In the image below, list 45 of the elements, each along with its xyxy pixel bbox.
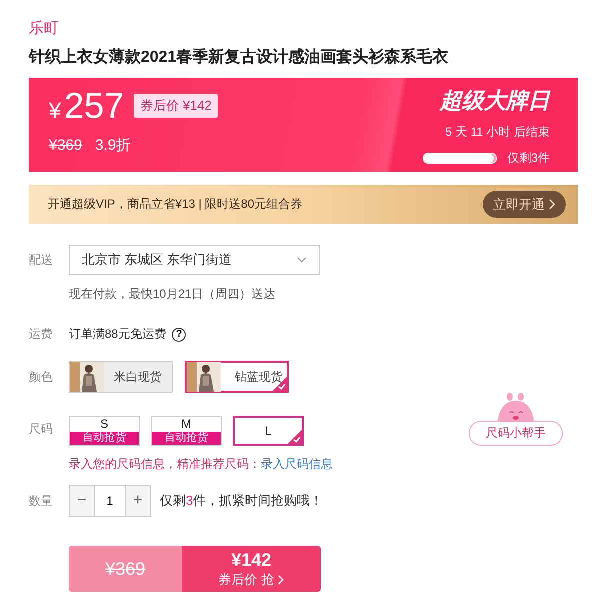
chevron-down-icon [297,257,307,263]
address-select[interactable]: 北京市 东城区 东华门街道 [69,245,320,275]
product-title: 针织上衣女薄款2021春季新复古设计感油画套头衫森系毛衣 [29,48,450,68]
size-option[interactable]: S 自动抢货 [69,416,140,446]
coupon-price: 券后价 ¥142 [134,94,218,118]
increase-button[interactable]: + [126,486,150,516]
shipping-text: 订单满88元免运费 [69,326,166,343]
restock-badge: 自动抢货 [70,432,139,445]
event-title: 超级大牌日 [440,87,550,115]
help-icon[interactable]: ? [172,328,186,342]
stock-text: 仅剩3件 [507,150,550,167]
sale-price: 257 [64,86,124,126]
size-info-link[interactable]: 录入尺码信息 [261,457,333,471]
color-name: 钻蓝现货 [235,368,283,386]
brand-name[interactable]: 乐町 [29,20,578,38]
field-label: 颜色 [29,368,54,386]
delivery-note: 现在付款，最快10月21日（周四）送达 [69,286,277,303]
color-option[interactable]: 米白现货 [69,361,173,393]
restock-badge: 自动抢货 [152,432,221,445]
open-vip-button[interactable]: 立即开通 [483,191,566,218]
size-name: M [182,417,192,431]
quantity-stepper[interactable]: − 1 + [69,485,151,517]
chevron-right-icon [549,199,556,210]
field-label: 数量 [29,492,54,510]
chevron-right-icon [278,574,284,584]
buy-button[interactable]: ¥142 券后价 抢 [182,546,321,592]
color-option[interactable]: 钻蓝现货 [185,361,289,393]
size-hint: 录入您的尺码信息，精准推荐尺码：录入尺码信息 [69,456,334,473]
color-name: 米白现货 [114,368,162,386]
size-name: S [100,417,108,431]
countdown: 5 天 11 小时 后结束 [446,124,550,141]
stock-warning: 仅剩3件，抓紧时间抢购哦！ [160,492,324,510]
original-price: ¥369 [49,137,82,154]
size-helper-button[interactable]: 尺码小帮手 [469,421,563,446]
field-label: 配送 [29,252,54,268]
quantity-input[interactable]: 1 [94,486,126,516]
size-option[interactable]: L [233,416,304,446]
discount: 3.9折 [95,136,132,155]
decrease-button[interactable]: − [70,486,94,516]
currency-symbol: ¥ [49,98,62,124]
size-name: L [265,424,272,438]
vip-text: 开通超级VIP，商品立省¥13 | 限时送80元组合券 [48,196,302,213]
field-label: 尺码 [29,421,54,438]
field-label: 运费 [29,326,54,343]
size-option[interactable]: M 自动抢货 [151,416,222,446]
